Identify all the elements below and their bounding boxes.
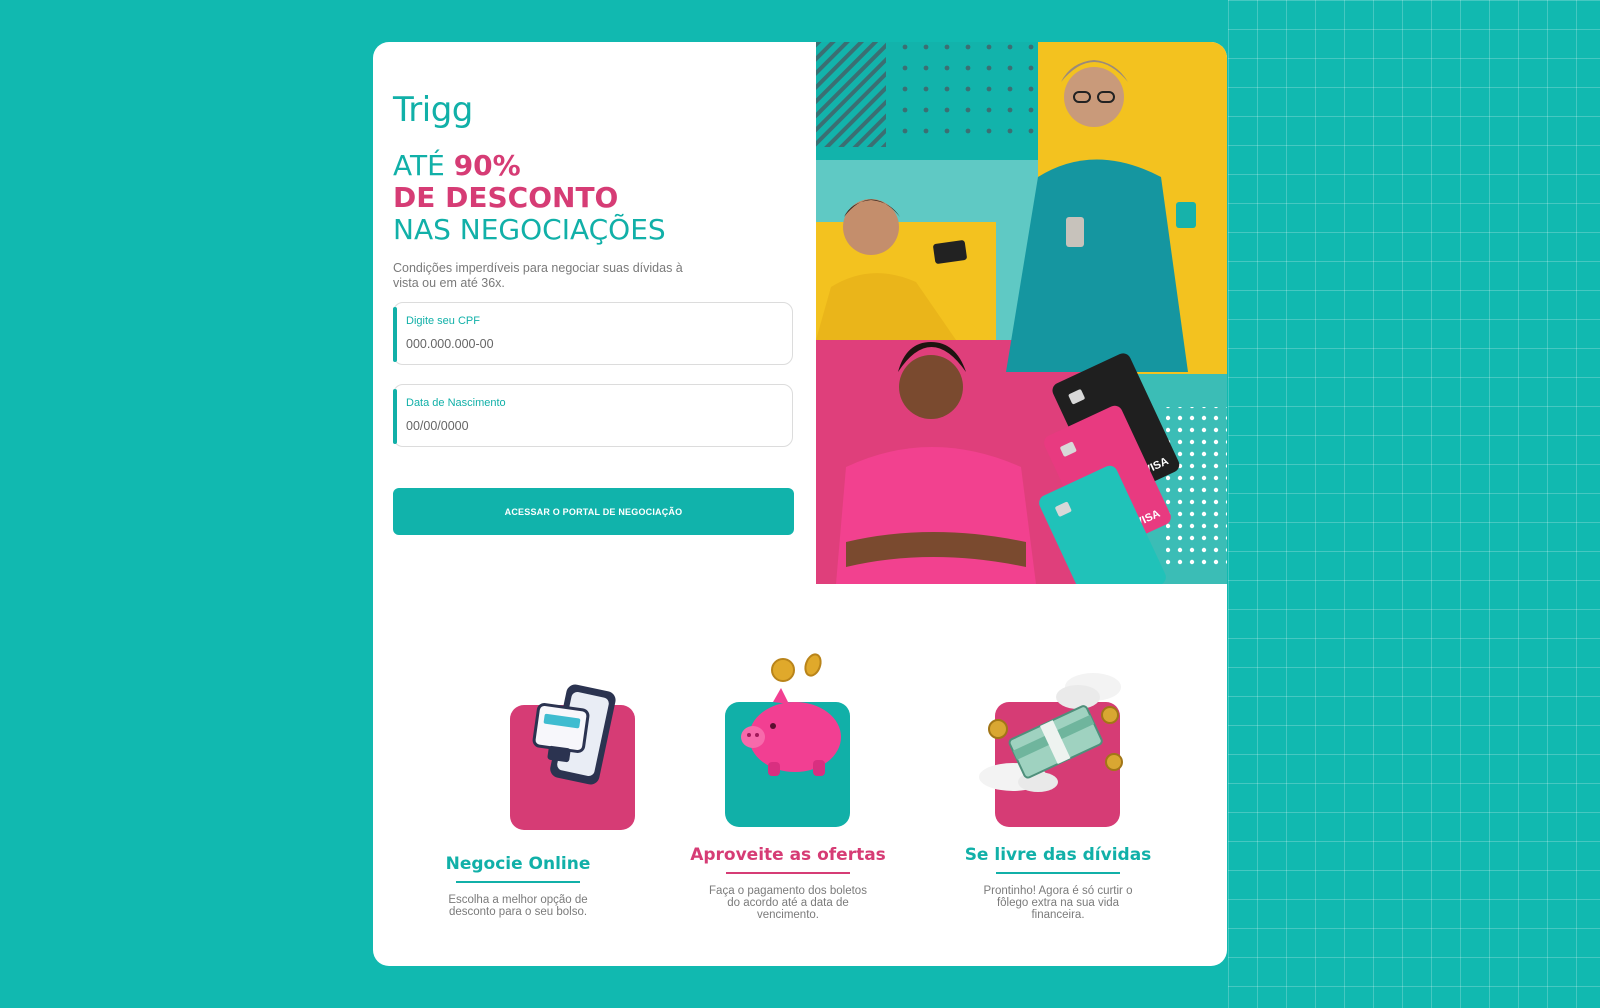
phone-card-machine-icon	[532, 684, 616, 785]
headline-line3: NAS NEGOCIAÇÕES	[393, 213, 666, 246]
background-grid	[1228, 0, 1600, 1008]
feature-title: Aproveite as ofertas	[690, 845, 886, 865]
feature-se-livre-dividas: Se livre das dívidas Prontinho! Agora é …	[958, 602, 1158, 942]
cpf-label: Digite seu CPF	[406, 315, 480, 327]
headline: ATÉ 90% DE DESCONTO NAS NEGOCIAÇÕES	[393, 150, 666, 246]
features-section: Negocie Online Escolha a melhor opção de…	[373, 602, 1227, 966]
headline-highlight: 90%	[453, 149, 521, 182]
feature-description: Prontinho! Agora é só curtir o fôlego ex…	[983, 885, 1133, 921]
feature-divider	[996, 872, 1120, 874]
access-portal-button[interactable]: ACESSAR O PORTAL DE NEGOCIAÇÃO	[393, 488, 794, 535]
feature-description: Faça o pagamento dos boletos do acordo a…	[709, 885, 867, 921]
birthdate-field[interactable]: Data de Nascimento	[393, 384, 793, 447]
cpf-input[interactable]	[406, 337, 776, 351]
feature-divider	[726, 872, 850, 874]
piggy-bank-icon	[741, 653, 841, 776]
headline-line2: DE DESCONTO	[393, 181, 619, 214]
field-accent-bar	[393, 389, 397, 444]
headline-prefix: ATÉ	[393, 149, 445, 182]
landing-card: Trigg ATÉ 90% DE DESCONTO NAS NEGOCIAÇÕE…	[373, 42, 1227, 966]
feature-divider	[456, 881, 580, 883]
feature-title: Se livre das dívidas	[964, 845, 1152, 865]
field-accent-bar	[393, 307, 397, 362]
birthdate-input[interactable]	[406, 419, 776, 433]
feature-description: Escolha a melhor opção de desconto para …	[448, 894, 588, 918]
hero-collage-image: VISA VISA	[816, 42, 1227, 584]
feature-negocie-online: Negocie Online Escolha a melhor opção de…	[418, 602, 635, 942]
trigg-logo: Trigg	[393, 90, 473, 130]
hero-collage: VISA VISA	[816, 42, 1227, 584]
money-stack-icon	[979, 673, 1123, 792]
subtitle: Condições imperdíveis para negociar suas…	[393, 261, 683, 290]
cpf-field[interactable]: Digite seu CPF	[393, 302, 793, 365]
birthdate-label: Data de Nascimento	[406, 397, 506, 409]
feature-title: Negocie Online	[445, 854, 591, 874]
feature-aproveite-ofertas: Aproveite as ofertas Faça o pagamento do…	[688, 602, 888, 942]
